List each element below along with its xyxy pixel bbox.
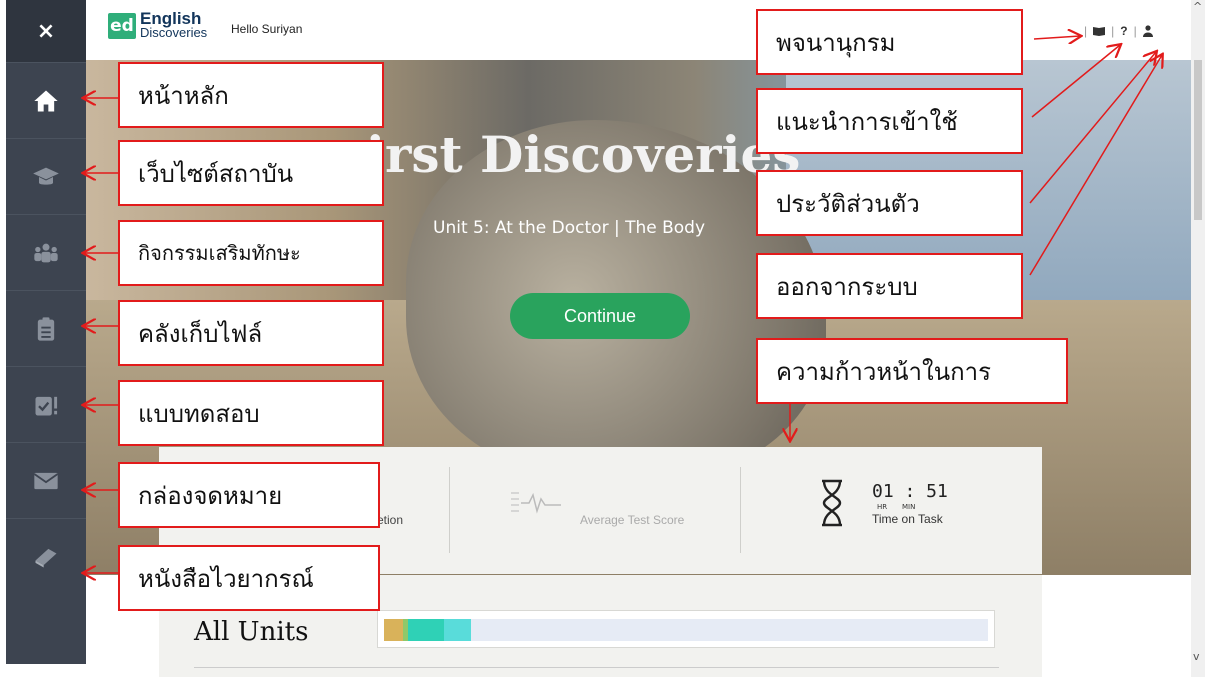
arrow-help	[1031, 45, 1120, 118]
arrow-profile	[1029, 52, 1156, 204]
arrow-dictionary	[1033, 36, 1080, 39]
annotation-arrows	[0, 0, 1205, 677]
arrow-logout	[1029, 55, 1162, 276]
